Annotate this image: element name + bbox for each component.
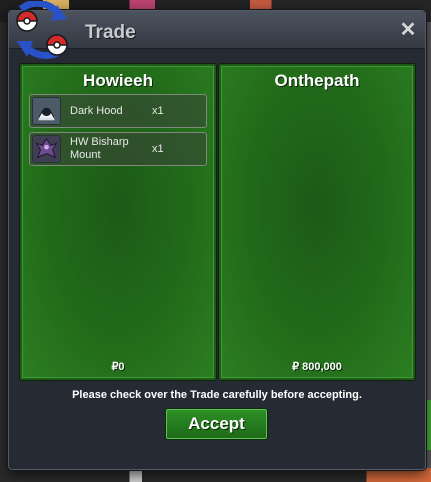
close-button[interactable]: ✕ [399,20,417,40]
money-offer: ₽0 [111,361,125,373]
window-title: Trade [85,22,136,43]
dark-hood-icon [32,97,61,125]
money-offer: ₽ 800,000 [292,361,342,373]
background-bottom-strip [0,468,431,482]
player-name: Howieeh [83,71,153,90]
bisharp-mount-icon [32,135,61,163]
item-name: HW Bisharp Mount [70,136,129,161]
trade-window: Trade ✕ Howieeh Dark Hood x1 HW Bisharp … [8,1,426,470]
item-name: Dark Hood [70,104,123,117]
trade-exchange-icon [16,1,68,59]
trade-item[interactable]: HW Bisharp Mount x1 [29,132,207,166]
item-quantity: x1 [152,105,164,117]
item-quantity: x1 [152,143,164,155]
player-name: Onthepath [274,71,360,90]
trade-notice: Please check over the Trade carefully be… [72,389,362,401]
accept-button[interactable]: Accept [166,409,267,439]
offer-panel-onthepath: Onthepath ₽ 800,000 [219,64,415,380]
trade-item[interactable]: Dark Hood x1 [29,94,207,128]
background-right-accent [427,400,431,450]
offer-panel-howieeh: Howieeh Dark Hood x1 HW Bisharp Mount x1… [20,64,216,380]
